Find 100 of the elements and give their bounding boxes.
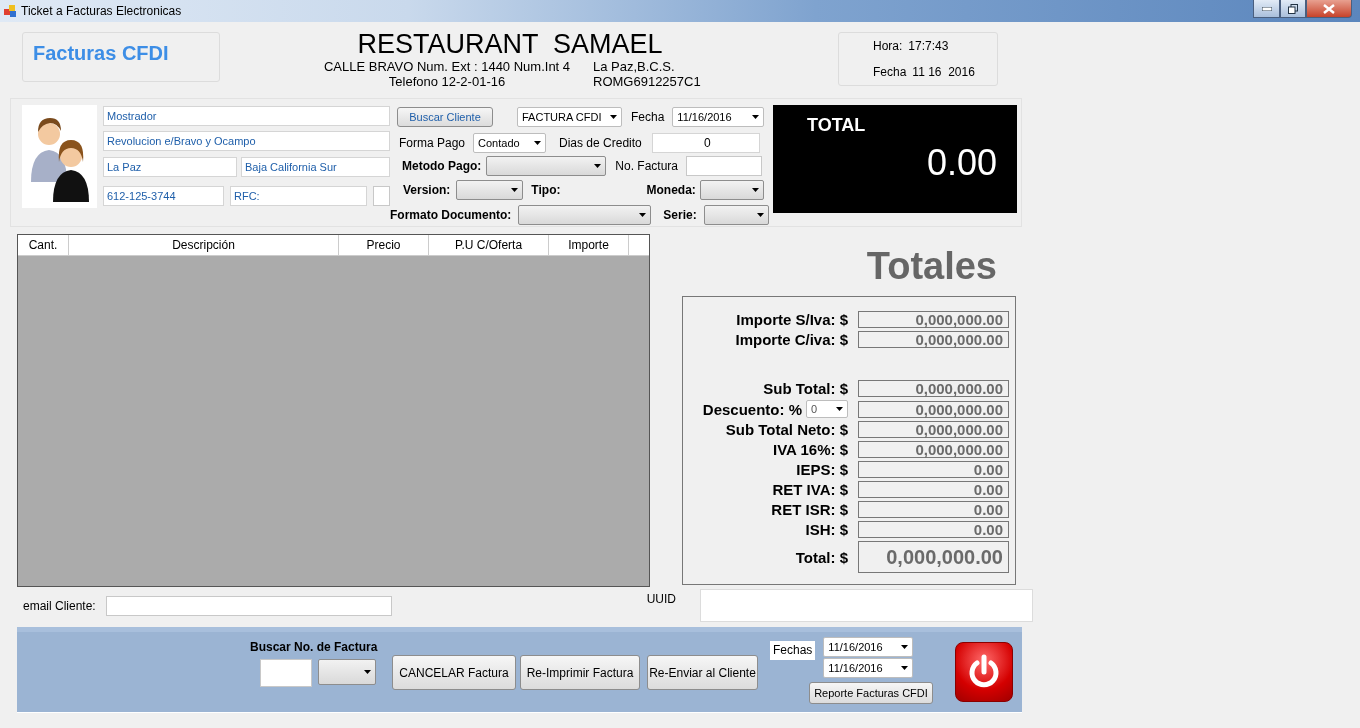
- total-value: 0.00: [926, 142, 997, 184]
- totals-label: RET ISR: $: [771, 501, 848, 518]
- minimize-button[interactable]: [1253, 0, 1280, 18]
- caret-icon: [901, 666, 909, 670]
- app-title: Facturas CFDI: [33, 41, 169, 65]
- totals-label: ISH: $: [805, 521, 848, 538]
- total-label: TOTAL: [807, 115, 867, 136]
- payment-form-dropdown[interactable]: Contado: [473, 133, 547, 153]
- city-text: La Paz,B.C.S.: [593, 59, 676, 74]
- amount-field: 0.00: [858, 461, 1009, 478]
- time-value: 17:7:43: [908, 39, 949, 53]
- caret-icon: [364, 670, 371, 674]
- date-label: Fecha: [631, 110, 665, 124]
- document-format-dropdown[interactable]: [518, 205, 652, 225]
- amount-field: 0.00: [858, 501, 1009, 518]
- payment-method-dropdown[interactable]: [486, 156, 607, 176]
- address-text: CALLE BRAVO Num. Ext : 1440 Num.Int 4: [322, 59, 572, 74]
- discount-dropdown[interactable]: 0: [806, 400, 848, 418]
- column-header[interactable]: P.U C/Oferta: [429, 235, 549, 255]
- invoice-number-label: No. Factura: [615, 159, 679, 173]
- caret-icon: [511, 188, 519, 192]
- series-label: Serie:: [663, 208, 697, 222]
- caret-icon: [610, 115, 617, 119]
- column-header[interactable]: Descripción: [69, 235, 339, 255]
- action-button[interactable]: Re-Imprimir Factura: [520, 655, 640, 690]
- amount-field: 0,000,000.00: [858, 441, 1009, 458]
- client-phone-field[interactable]: 612-125-3744: [103, 186, 224, 206]
- version-label: Version:: [403, 183, 451, 197]
- client-name-field[interactable]: Mostrador: [103, 106, 390, 126]
- credit-days-field[interactable]: 0: [651, 133, 760, 153]
- report-button[interactable]: Reporte Facturas CFDI: [809, 682, 933, 704]
- amount-field: 0,000,000.00: [858, 311, 1009, 328]
- document-type-dropdown[interactable]: FACTURA CFDI: [517, 107, 622, 127]
- date-picker[interactable]: 11/16/2016: [672, 107, 765, 127]
- amount-field: 0,000,000.00: [858, 380, 1009, 397]
- amount-field: 0.00: [858, 521, 1009, 538]
- caret-icon: [534, 141, 542, 145]
- totals-label: RET IVA: $: [772, 481, 848, 498]
- invoice-number-field[interactable]: [686, 156, 763, 176]
- caret-icon: [639, 213, 647, 217]
- payment-method-label: Metodo Pago:: [402, 159, 482, 173]
- caret-icon: [594, 164, 602, 168]
- search-invoice-label: Buscar No. de Factura: [250, 640, 379, 654]
- column-header[interactable]: Precio: [339, 235, 429, 255]
- totals-label: Descuento: %: [702, 400, 802, 418]
- minimize-icon: [1261, 6, 1272, 11]
- rfc-text: ROMG6912257C1: [593, 74, 702, 89]
- search-client-button[interactable]: Buscar Cliente: [397, 107, 493, 127]
- totals-label: Sub Total Neto: $: [725, 421, 848, 438]
- client-rfc-field[interactable]: RFC:: [230, 186, 367, 206]
- uuid-label: UUID: [646, 592, 677, 608]
- input-field[interactable]: [373, 186, 390, 206]
- amount-field: 0.00: [858, 481, 1009, 498]
- restaurant-name: RESTAURANT SAMAEL: [357, 32, 663, 56]
- action-button[interactable]: CANCELAR Factura: [392, 655, 516, 690]
- window-title: Ticket a Facturas Electronicas: [21, 4, 182, 18]
- payment-form-label: Forma Pago: [399, 136, 466, 150]
- action-button[interactable]: Re-Enviar al Cliente: [647, 655, 758, 690]
- search-dropdown[interactable]: [318, 659, 376, 685]
- caret-icon: [836, 407, 843, 411]
- amount-field: 0,000,000.00: [858, 331, 1009, 348]
- currency-label: Moneda:: [646, 183, 696, 197]
- client-address-field[interactable]: Revolucion e/Bravo y Ocampo: [103, 131, 390, 151]
- totals-title: Totales: [866, 244, 997, 288]
- totals-label: IVA 16%: $: [772, 441, 848, 458]
- totals-label: Importe C/iva: $: [735, 331, 848, 348]
- amount-field: 0,000,000.00: [858, 421, 1009, 438]
- uuid-field[interactable]: [700, 589, 1034, 622]
- column-header[interactable]: Cant.: [18, 235, 69, 255]
- power-button[interactable]: [955, 642, 1013, 702]
- caret-icon: [756, 213, 764, 217]
- client-city-field[interactable]: La Paz: [103, 157, 237, 177]
- close-icon: [1323, 3, 1335, 14]
- dates-label: Fechas: [770, 641, 816, 660]
- credit-days-label: Dias de Credito: [559, 136, 642, 150]
- totals-label: Importe S/Iva: $: [736, 311, 848, 328]
- totals-label: Total: $: [795, 548, 848, 566]
- date-label: Fecha: [873, 65, 907, 79]
- column-header[interactable]: Importe: [549, 235, 629, 255]
- email-field[interactable]: [105, 596, 392, 616]
- type-label: Tipo:: [531, 183, 561, 197]
- app-icon: [3, 4, 17, 18]
- start-date-picker[interactable]: 11/16/2016: [823, 637, 914, 657]
- series-dropdown[interactable]: [703, 205, 769, 225]
- document-format-label: Formato Documento:: [390, 208, 512, 222]
- caret-icon: [751, 188, 759, 192]
- restore-icon: [1288, 3, 1298, 14]
- grand-total-field: 0,000,000.00: [858, 541, 1009, 573]
- version-dropdown[interactable]: [456, 180, 524, 200]
- client-state-field[interactable]: Baja California Sur: [241, 157, 390, 177]
- close-button[interactable]: [1306, 0, 1352, 18]
- totals-label: IEPS: $: [796, 461, 848, 478]
- maximize-button[interactable]: [1280, 0, 1306, 18]
- totals-label: Sub Total: $: [763, 380, 848, 397]
- caret-icon: [901, 645, 909, 649]
- date-value: 11 16 2016: [912, 65, 975, 79]
- currency-dropdown[interactable]: [699, 180, 764, 200]
- invoice-search-field[interactable]: [260, 659, 312, 687]
- caret-icon: [752, 115, 760, 119]
- end-date-picker[interactable]: 11/16/2016: [823, 658, 914, 678]
